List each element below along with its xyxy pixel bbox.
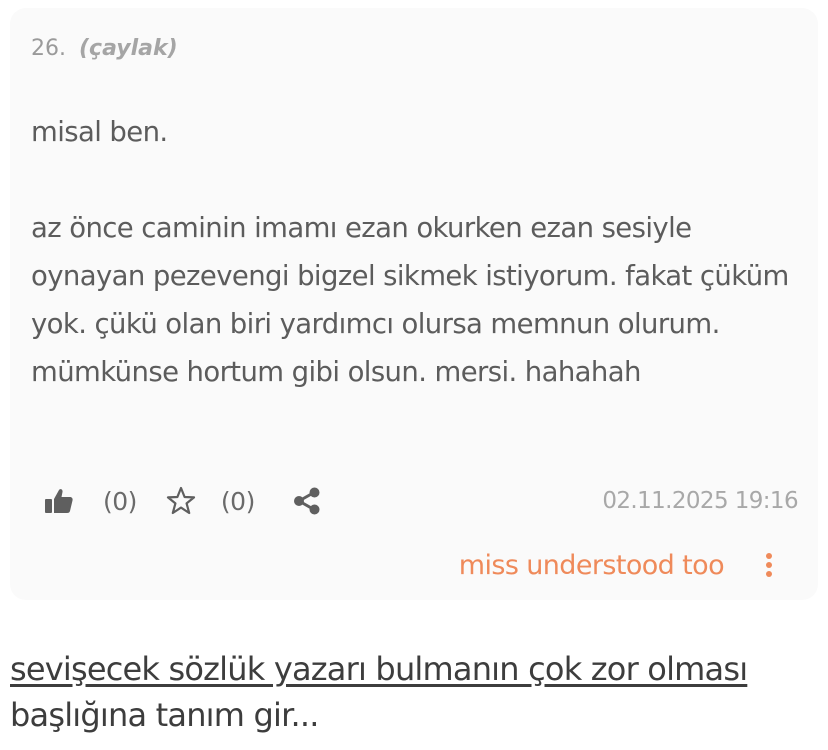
menu-dot [766, 571, 772, 577]
entry-action-bar: (0) (0) [43, 474, 323, 528]
like-count: (0) [103, 486, 137, 516]
entry-date[interactable]: 02.11.2025 19:16 [602, 488, 798, 514]
thumbs-up-icon[interactable] [43, 485, 75, 517]
prompt-suffix[interactable]: başlığına tanım gir... [10, 696, 319, 734]
share-button[interactable] [291, 485, 323, 517]
new-entry-prompt: sevişecek sözlük yazarı bulmanın çok zor… [10, 646, 818, 738]
entry-number: 26. [31, 36, 66, 61]
author-status-badge: (çaylak) [79, 36, 178, 61]
menu-dot [766, 562, 772, 568]
author-row: miss understood too [459, 540, 772, 590]
entry-body: misal ben. az önce caminin imamı ezan ok… [31, 108, 801, 396]
entry-paragraph: misal ben. [31, 116, 168, 148]
entry-paragraph: az önce caminin imamı ezan okurken ezan … [31, 212, 789, 388]
favorite-button[interactable]: (0) [165, 485, 255, 517]
topic-link[interactable]: sevişecek sözlük yazarı bulmanın çok zor… [10, 650, 748, 688]
entry-meta: 26. (çaylak) [31, 36, 178, 61]
favorite-count: (0) [220, 486, 255, 516]
more-vertical-icon[interactable] [766, 553, 772, 577]
entry-card: 26. (çaylak) misal ben. az önce caminin … [10, 8, 818, 600]
like-button[interactable]: (0) [43, 485, 137, 517]
share-icon[interactable] [291, 485, 323, 517]
menu-dot [766, 553, 772, 559]
star-outline-icon[interactable] [165, 485, 197, 517]
author-link[interactable]: miss understood too [459, 550, 725, 581]
